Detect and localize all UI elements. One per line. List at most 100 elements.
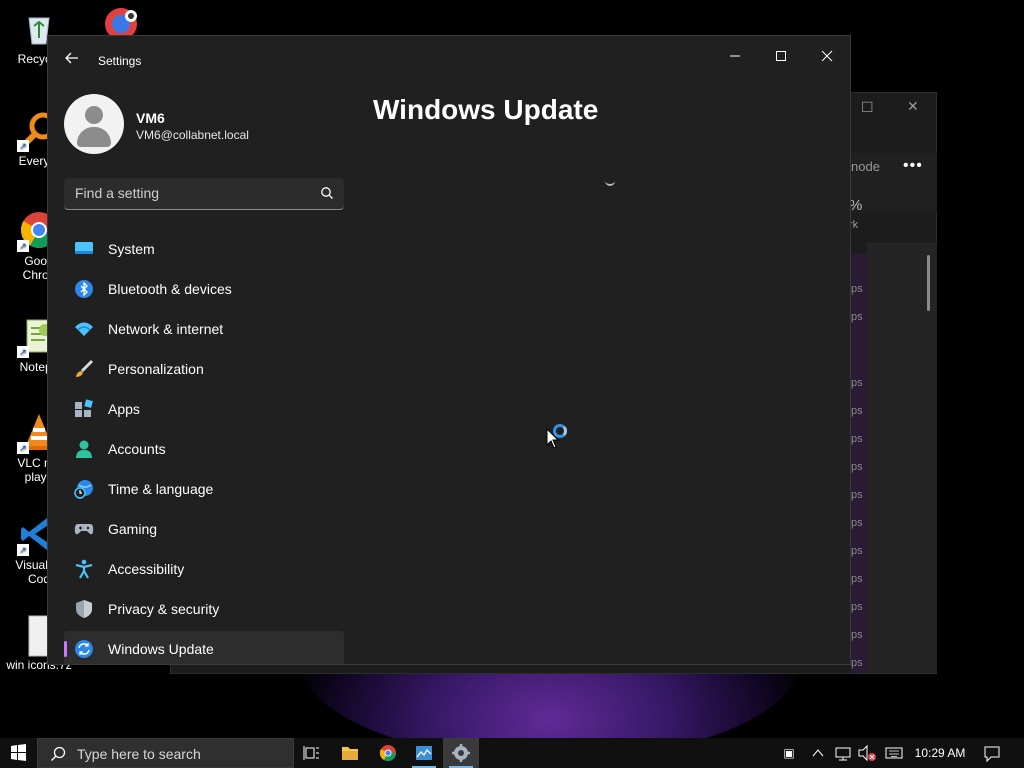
search-icon[interactable] <box>320 186 334 200</box>
arrow-left-icon <box>65 52 78 64</box>
maximize-button[interactable] <box>758 42 804 72</box>
nav-item-windows-update[interactable]: Windows Update <box>64 631 344 664</box>
maximize-icon[interactable]: ☐ <box>861 99 874 116</box>
nav-item-bluetooth[interactable]: Bluetooth & devices <box>64 271 344 307</box>
background-row-text: ps <box>851 545 863 557</box>
settings-nav: System Bluetooth & devices Network & int… <box>64 231 344 664</box>
start-button[interactable] <box>0 738 36 768</box>
keyboard-icon[interactable] <box>882 738 906 768</box>
nav-item-label: Time & language <box>108 481 214 497</box>
search-input[interactable] <box>64 178 304 208</box>
nav-item-accessibility[interactable]: Accessibility <box>64 551 344 587</box>
wifi-icon <box>75 322 93 336</box>
accessibility-icon <box>75 559 93 579</box>
background-row-text: ps <box>851 489 863 501</box>
background-row-text: ps <box>851 311 863 323</box>
shortcut-arrow-icon: ↗ <box>17 240 29 252</box>
nav-item-network[interactable]: Network & internet <box>64 311 344 347</box>
taskbar-file-explorer[interactable] <box>332 738 368 768</box>
close-button[interactable] <box>804 42 850 72</box>
taskbar-search-placeholder: Type here to search <box>77 746 201 762</box>
loading-spinner-icon <box>605 176 615 186</box>
nav-item-label: Accessibility <box>108 561 185 577</box>
background-percent: % <box>849 197 863 214</box>
background-row-text: ps <box>851 629 863 641</box>
minimize-button[interactable] <box>712 42 758 72</box>
nav-item-privacy-security[interactable]: Privacy & security <box>64 591 344 627</box>
taskbar-task-manager[interactable] <box>406 738 442 768</box>
background-row-text: ps <box>851 601 863 613</box>
task-view-button[interactable] <box>294 738 330 768</box>
user-email: VM6@collabnet.local <box>136 128 249 142</box>
windows-update-icon <box>75 640 93 658</box>
task-manager-icon <box>416 746 432 760</box>
chrome-icon <box>379 745 397 762</box>
back-button[interactable] <box>62 50 82 70</box>
nav-item-label: Bluetooth & devices <box>108 281 232 297</box>
user-profile[interactable]: VM6 VM6@collabnet.local <box>64 94 364 158</box>
nav-item-system[interactable]: System <box>64 231 344 267</box>
avatar <box>64 94 124 154</box>
background-row-text: ps <box>851 283 863 295</box>
network-icon[interactable] <box>832 738 854 768</box>
shortcut-arrow-icon: ↗ <box>17 346 29 358</box>
settings-search[interactable] <box>64 178 344 210</box>
nav-item-label: System <box>108 241 155 257</box>
task-view-icon <box>303 746 319 760</box>
bluetooth-icon <box>75 280 93 298</box>
nav-item-accounts[interactable]: Accounts <box>64 431 344 467</box>
minimize-icon <box>730 55 740 57</box>
tray-notification-badge-icon[interactable]: ▣ <box>778 738 800 768</box>
title-bar[interactable]: Settings <box>48 36 850 84</box>
taskbar-chrome[interactable] <box>370 738 406 768</box>
page-title: Windows Update <box>373 94 599 125</box>
background-row-text: ps <box>851 405 863 417</box>
shortcut-arrow-icon: ↗ <box>17 442 29 454</box>
system-icon <box>75 242 93 254</box>
nav-item-gaming[interactable]: Gaming <box>64 511 344 547</box>
nav-item-label: Accounts <box>108 441 166 457</box>
search-icon <box>51 746 66 761</box>
background-row-text: ps <box>851 657 863 669</box>
background-toolbar-text: node <box>851 159 880 174</box>
busy-indicator-icon <box>553 424 567 438</box>
background-scrollbar[interactable] <box>927 255 930 311</box>
background-row-text: ps <box>851 461 863 473</box>
nav-item-apps[interactable]: Apps <box>64 391 344 427</box>
user-name: VM6 <box>136 110 165 126</box>
close-icon[interactable]: ✕ <box>907 98 919 115</box>
more-options-icon[interactable]: ••• <box>903 157 923 175</box>
maximize-icon <box>776 51 786 61</box>
volume-muted-icon[interactable] <box>856 738 878 768</box>
windows-logo-icon <box>11 744 26 761</box>
show-hidden-icons-chevron-icon[interactable] <box>808 738 828 768</box>
background-row-text: ps <box>851 433 863 445</box>
background-row-text: ps <box>851 573 863 585</box>
gear-icon <box>452 744 470 762</box>
taskbar-search[interactable]: Type here to search <box>37 738 294 768</box>
background-row-text: ps <box>851 517 863 529</box>
settings-window[interactable]: Settings VM6 VM6@collabnet.local Find a … <box>47 35 851 665</box>
taskbar: Type here to search ▣ 10:29 AM <box>0 738 1024 768</box>
action-center-icon[interactable] <box>980 738 1004 768</box>
nav-item-label: Network & internet <box>108 321 224 337</box>
gaming-icon <box>74 524 94 535</box>
background-row-text: ps <box>851 377 863 389</box>
taskbar-settings[interactable] <box>443 738 479 768</box>
shortcut-arrow-icon: ↗ <box>17 544 29 556</box>
apps-icon <box>75 399 93 417</box>
taskbar-clock[interactable]: 10:29 AM <box>908 738 972 768</box>
close-icon <box>821 50 833 62</box>
nav-item-personalization[interactable]: Personalization <box>64 351 344 387</box>
brush-icon <box>76 359 94 377</box>
nav-item-label: Apps <box>108 401 140 417</box>
shortcut-arrow-icon: ↗ <box>17 140 29 152</box>
folder-icon <box>342 747 358 760</box>
nav-item-label: Gaming <box>108 521 158 537</box>
shield-icon <box>76 600 92 618</box>
nav-item-label: Personalization <box>108 361 204 377</box>
nav-item-time-language[interactable]: Time & language <box>64 471 344 507</box>
accounts-icon <box>76 440 92 458</box>
nav-item-label: Privacy & security <box>108 601 220 617</box>
app-title: Settings <box>98 54 142 68</box>
